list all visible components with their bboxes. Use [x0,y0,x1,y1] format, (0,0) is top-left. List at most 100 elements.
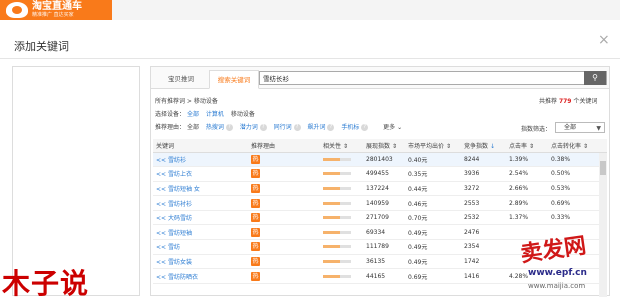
close-icon[interactable]: × [598,32,610,48]
logo-subtitle: 精准推广 直达买家 [32,12,74,18]
device-filter: 选择设备： 全部 计算机 移动设备 [155,109,260,118]
reason-cell: 热 [248,152,320,168]
tab-search-keyword[interactable]: 搜索关键词 [209,70,259,89]
sort-icon: ⇕ [342,142,348,150]
total-number: 779 [558,98,572,105]
total-suffix: 个关键词 [573,98,598,105]
relevance-bar [323,172,351,176]
scrollbar-thumb[interactable] [600,161,606,175]
more-filters-button[interactable]: 更多 ⌄ [383,122,402,131]
keyword-cell[interactable]: << 大码雪纺 [153,210,248,226]
col-avg-bid[interactable]: 市场平均出价 ⇕ [405,139,461,153]
col-reason: 推荐理由 [248,139,320,153]
watermark-url-secondary: www.maijia.com [528,282,586,290]
keyword-cell[interactable]: << 雪纺衫 [153,152,248,168]
reason-option-mobile[interactable]: 手机标 ? [341,122,369,131]
hot-badge-icon: 热 [251,213,260,223]
hot-badge-icon: 热 [251,183,260,193]
watermark-url: www.epf.cn [528,268,587,278]
table-row[interactable]: << 雪纺衫热 2801403 0.40元 8244 1.39% 0.38% [153,152,607,168]
hot-badge-icon: 热 [251,227,260,237]
keyword-cell[interactable]: << 雪纺女装 [153,254,248,270]
table-row[interactable]: << 雪纺短袖 女热 137224 0.44元 3272 2.66% 0.53% [153,181,607,197]
avg-bid-cell: 0.40元 [405,152,461,168]
reason-option-hot[interactable]: 热搜词 ? [206,122,233,131]
keyword-search-input[interactable] [259,71,607,85]
impression-index-cell: 44165 [363,268,405,284]
logo-title: 淘宝直通车 [32,1,82,12]
impression-index-cell: 499455 [363,166,405,182]
avg-bid-cell: 0.69元 [405,268,461,284]
device-option-mobile[interactable]: 移动设备 [231,109,255,118]
table-scrollbar[interactable] [599,153,607,297]
reason-cell: 热 [248,239,320,255]
reason-option-rising[interactable]: 飙升词 ? [307,122,335,131]
avg-bid-cell: 0.70元 [405,210,461,226]
table-row[interactable]: << 雪纺衬衫热 140959 0.46元 2553 2.89% 0.69% [153,195,607,211]
device-option-all[interactable]: 全部 [187,109,199,118]
keyword-cell[interactable]: << 雪纺 [153,239,248,255]
search-button[interactable]: ⚲ [584,71,606,85]
hot-badge-icon: 热 [251,154,260,164]
tab-item-recommend[interactable]: 宝贝推词 [157,70,205,89]
reason-cell: 热 [248,166,320,182]
competition-cell: 2476 [461,224,506,241]
col-cvr[interactable]: 点击转化率 ⇕ [548,139,607,153]
relevance-bar [323,157,351,161]
relevance-bar [323,216,351,220]
breadcrumb: 所有推荐词 > 移动设备 [155,98,218,105]
keyword-cell[interactable]: << 雪纺衬衫 [153,195,248,211]
relevance-cell [320,254,363,270]
ctr-cell: 2.89% [506,195,548,211]
watermark-left: 木子说 [2,267,90,300]
ctr-cell: 2.66% [506,181,548,197]
hot-badge-icon: 热 [251,198,260,208]
keyword-cell[interactable]: << 雪纺上衣 [153,166,248,182]
reason-cell: 热 [248,254,320,270]
total-count: 共推荐 779 个关键词 [539,96,597,105]
search-icon: ⚲ [592,73,598,82]
avg-bid-cell: 0.44元 [405,181,461,197]
ctr-cell: 1.37% [506,210,548,226]
impression-index-cell: 69334 [363,224,405,241]
hot-badge-icon: 热 [251,242,260,252]
impression-index-cell: 137224 [363,181,405,197]
reason-filter: 推荐理由： 全部 热搜词 ? 潜力词 ? 同行词 ? 飙升词 ? 手机标 ? 更… [155,122,407,131]
reason-option-peer[interactable]: 同行词 ? [274,122,301,131]
keyword-cell[interactable]: << 雪纺短袖 女 [153,181,248,197]
index-filter-select[interactable]: 全部 ▼ [555,122,605,133]
relevance-cell [320,268,363,284]
chevron-down-icon: ⌄ [397,124,403,131]
impression-index-cell: 2801403 [363,152,405,168]
reason-option-potential[interactable]: 潜力词 ? [240,122,267,131]
col-competition[interactable]: 竞争指数 ↓ [461,139,506,153]
reason-cell: 热 [248,181,320,197]
hot-badge-icon: 热 [251,169,260,179]
impression-index-cell: 36135 [363,254,405,270]
avg-bid-cell: 0.49元 [405,224,461,241]
relevance-cell [320,224,363,241]
reason-option-all[interactable]: 全部 [187,122,199,131]
impression-index-cell: 111789 [363,239,405,255]
index-filter-value: 全部 [564,124,577,131]
col-ctr[interactable]: 点击率 ⇕ [506,139,548,153]
total-prefix: 共推荐 [539,98,558,105]
relevance-bar [323,274,351,278]
reason-cell: 热 [248,195,320,211]
relevance-cell [320,152,363,168]
relevance-cell [320,181,363,197]
reason-cell: 热 [248,224,320,241]
keyword-cell[interactable]: << 雪纺短袖 [153,224,248,241]
competition-cell: 2532 [461,210,506,226]
table-row[interactable]: << 大码雪纺热 271709 0.70元 2532 1.37% 0.33% [153,210,607,226]
competition-cell: 1742 [461,254,506,270]
help-icon: ? [225,124,233,131]
col-relevance[interactable]: 相关性 ⇕ [320,139,363,153]
relevance-cell [320,210,363,226]
taobao-ztc-logo[interactable]: 淘宝直通车 精准推广 直达买家 [0,0,112,20]
keyword-cell[interactable]: << 雪纺防晒衣 [153,268,248,284]
col-impression-index[interactable]: 展现指数 ⇕ [363,139,405,153]
device-option-pc[interactable]: 计算机 [206,109,224,118]
hot-badge-icon: 热 [251,256,260,266]
table-row[interactable]: << 雪纺上衣热 499455 0.35元 3936 2.54% 0.50% [153,166,607,182]
